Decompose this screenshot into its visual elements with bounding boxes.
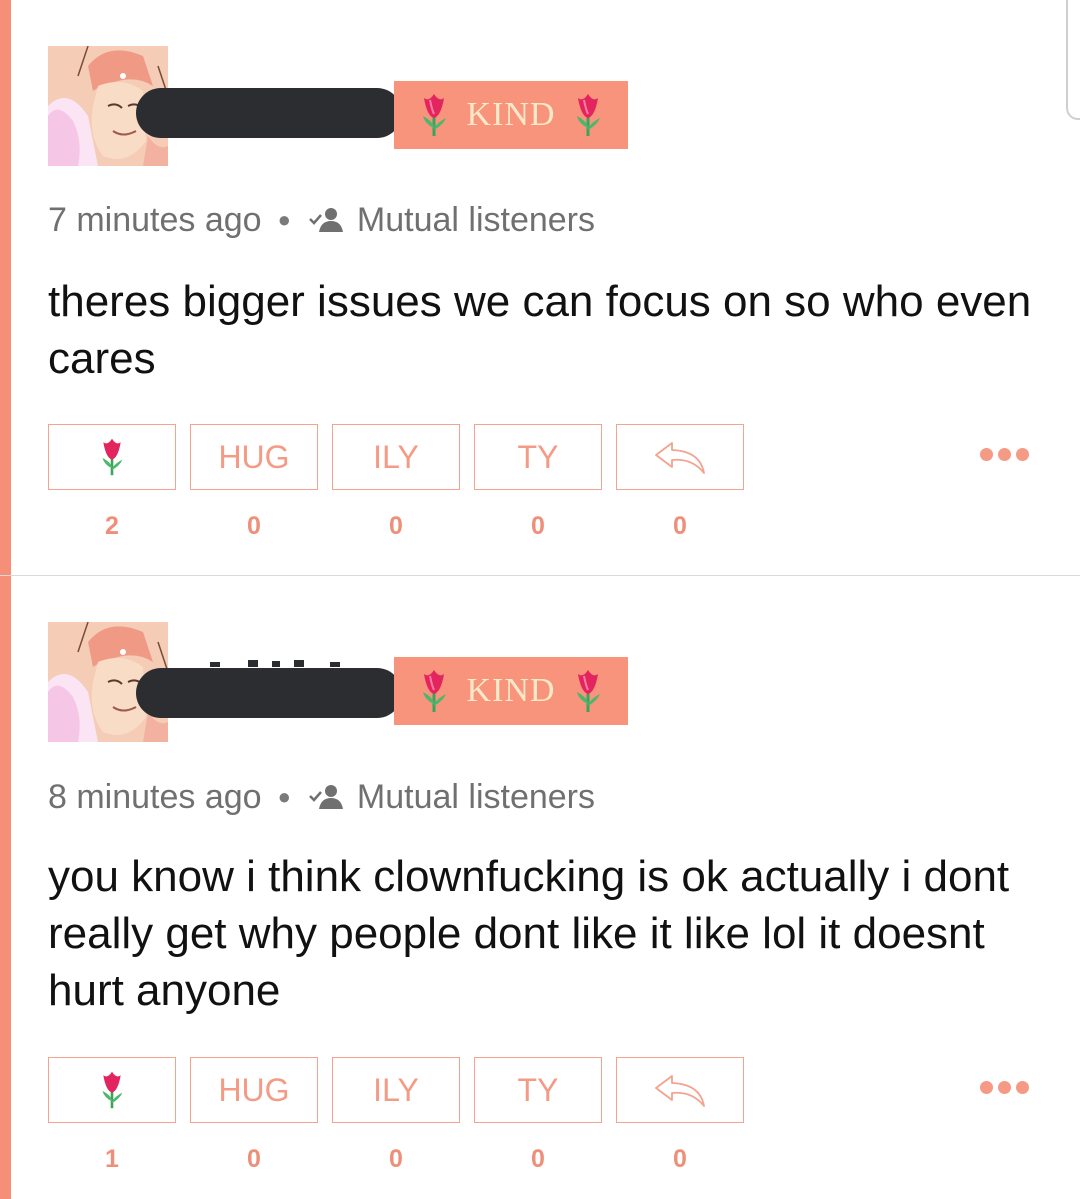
reply-count: 0 xyxy=(673,1145,687,1173)
badge-label: KIND xyxy=(466,672,556,709)
tulip-count: 1 xyxy=(105,1145,119,1173)
timestamp: 8 minutes ago xyxy=(48,777,262,816)
hug-reaction-button[interactable]: HUG xyxy=(190,424,318,490)
timestamp: 7 minutes ago xyxy=(48,200,262,239)
audience-label: Mutual listeners xyxy=(356,200,595,239)
ily-count: 0 xyxy=(389,1145,403,1173)
post-meta: 8 minutes ago ● Mutual listeners xyxy=(48,777,595,817)
hug-reaction-button[interactable]: HUG xyxy=(190,1057,318,1123)
reply-icon xyxy=(652,1072,708,1108)
tulip-icon xyxy=(419,668,449,714)
more-options-icon[interactable] xyxy=(980,1077,1036,1097)
reply-icon xyxy=(652,439,708,475)
ty-count: 0 xyxy=(531,1145,545,1173)
separator-dot: ● xyxy=(277,784,291,809)
ty-reaction-button[interactable]: TY xyxy=(474,1057,602,1123)
ily-reaction-button[interactable]: ILY xyxy=(332,1057,460,1123)
ty-reaction-button[interactable]: TY xyxy=(474,424,602,490)
username-peek xyxy=(210,660,340,667)
tulip-icon xyxy=(573,92,603,138)
ily-count: 0 xyxy=(389,512,403,540)
hug-count: 0 xyxy=(247,1145,261,1173)
tulip-icon xyxy=(99,437,125,477)
tulip-reaction-button[interactable] xyxy=(48,1057,176,1123)
separator-dot: ● xyxy=(277,207,291,232)
username-redacted xyxy=(136,668,402,718)
post-card: KIND 8 minutes ago ● Mutual listeners yo… xyxy=(0,576,1080,1199)
post-meta: 7 minutes ago ● Mutual listeners xyxy=(48,200,595,240)
kind-badge: KIND xyxy=(394,81,628,149)
tulip-icon xyxy=(419,92,449,138)
ily-reaction-button[interactable]: ILY xyxy=(332,424,460,490)
post-text: theres bigger issues we can focus on so … xyxy=(48,277,1032,383)
post-text: you know i think clownfucking is ok actu… xyxy=(48,852,1010,1015)
badge-label: KIND xyxy=(466,96,556,133)
username-redacted xyxy=(136,88,402,138)
tulip-count: 2 xyxy=(105,512,119,540)
kind-badge: KIND xyxy=(394,657,628,725)
more-options-icon[interactable] xyxy=(980,444,1036,464)
post-card: KIND 7 minutes ago ● Mutual listeners th… xyxy=(0,0,1080,576)
reply-button[interactable] xyxy=(616,424,744,490)
tulip-icon xyxy=(573,668,603,714)
ty-count: 0 xyxy=(531,512,545,540)
audience-label: Mutual listeners xyxy=(356,777,595,816)
mutual-listeners-icon xyxy=(309,783,345,811)
reply-count: 0 xyxy=(673,512,687,540)
reply-button[interactable] xyxy=(616,1057,744,1123)
tulip-reaction-button[interactable] xyxy=(48,424,176,490)
tulip-icon xyxy=(99,1070,125,1110)
hug-count: 0 xyxy=(247,512,261,540)
mutual-listeners-icon xyxy=(309,206,345,234)
